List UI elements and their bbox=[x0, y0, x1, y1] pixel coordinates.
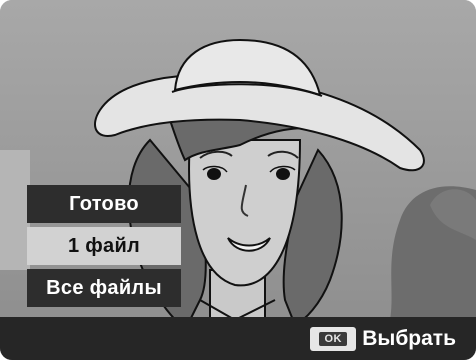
menu-item-one-file[interactable]: 1 файл bbox=[27, 227, 181, 265]
select-action-label: Выбрать bbox=[362, 326, 456, 350]
menu-item-all-files[interactable]: Все файлы bbox=[27, 269, 181, 307]
ok-key-label: OK bbox=[319, 331, 347, 346]
camera-screen: Готово 1 файл Все файлы OK Выбрать bbox=[0, 0, 476, 360]
file-select-menu: Готово 1 файл Все файлы bbox=[27, 185, 181, 311]
select-hint: OK Выбрать bbox=[310, 326, 456, 351]
menu-item-done[interactable]: Готово bbox=[27, 185, 181, 223]
bottom-hint-bar: OK Выбрать bbox=[0, 317, 476, 360]
ok-button-icon[interactable]: OK bbox=[310, 326, 357, 351]
